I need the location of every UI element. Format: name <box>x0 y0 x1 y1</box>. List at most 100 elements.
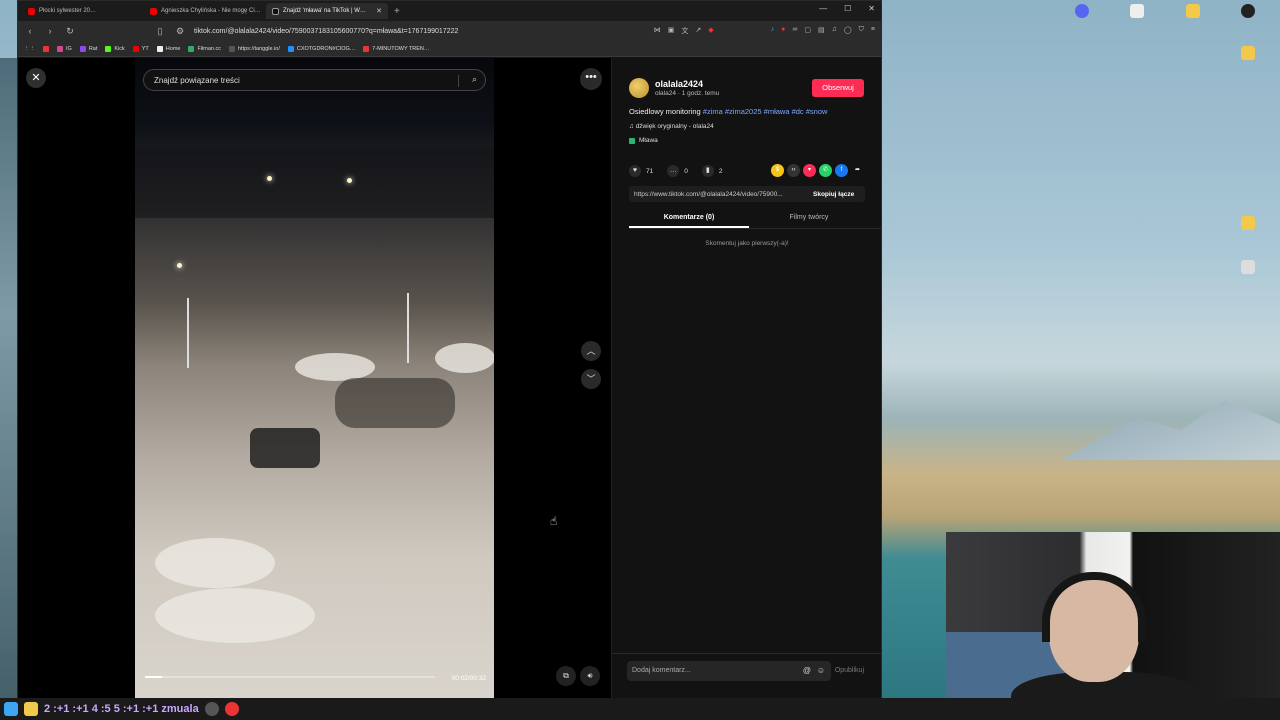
video-link[interactable]: https://www.tiktok.com/@olalala2424/vide… <box>629 191 807 198</box>
chevron-down-icon[interactable]: ﹀ <box>581 369 601 389</box>
desktop-icon[interactable] <box>1107 4 1167 20</box>
share-arrow-icon[interactable]: ➦ <box>851 164 864 177</box>
author-header: olalala2424 olala24 · 1 godz. temu <box>629 78 719 98</box>
extension-icon[interactable]: ♪ <box>771 26 775 36</box>
vpn-icon[interactable]: ⋈ <box>654 26 661 36</box>
facebook-icon[interactable]: f <box>835 164 848 177</box>
video-player[interactable]: 00:02/00:32 <box>135 58 494 698</box>
close-tab-icon[interactable]: ✕ <box>376 7 382 15</box>
parked-cars <box>335 378 455 428</box>
menu-icon[interactable]: ≡ <box>871 26 875 36</box>
start-icon[interactable] <box>4 702 18 716</box>
comment-input[interactable]: Dodaj komentarz... @ ☺ <box>627 661 831 681</box>
bookmark-item[interactable]: Rat <box>79 45 97 52</box>
comment-composer: Dodaj komentarz... @ ☺ Opublikuj <box>612 653 882 698</box>
close-icon[interactable]: ✕ <box>26 68 46 88</box>
screenshot-icon[interactable]: ▣ <box>668 26 675 36</box>
music-note-icon: ♫ <box>629 123 636 130</box>
share-icon[interactable]: ↗ <box>695 26 701 36</box>
publish-button[interactable]: Opublikuj <box>835 667 864 674</box>
floating-player-icon[interactable]: ⧉ <box>556 666 576 686</box>
copy-link-button[interactable]: Skopiuj łącze <box>813 191 854 198</box>
bookmark-item[interactable]: 7-MINUTOWY TREN… <box>363 45 429 52</box>
hashtags[interactable]: #zima #zima2025 #mława #dc #snow <box>703 107 828 116</box>
folder-icon[interactable] <box>1163 4 1223 20</box>
tab-label: Agnieszka Chylińska - Nie mogę Ci… <box>161 8 261 14</box>
profile-icon[interactable]: ◯ <box>844 26 852 36</box>
translate-icon[interactable]: 文 <box>681 26 688 36</box>
minimize-icon[interactable]: — <box>819 4 827 13</box>
tab-comments[interactable]: Komentarze (0) <box>629 209 749 228</box>
coin-icon[interactable]: $ <box>771 164 784 177</box>
video-progress-bar[interactable] <box>145 676 435 678</box>
extension-icon[interactable]: ∞ <box>792 26 797 36</box>
bookmark-item[interactable] <box>43 45 49 52</box>
people-group <box>250 428 320 468</box>
bookmark-item[interactable]: https://tanggle.io/ <box>229 45 280 52</box>
reload-icon[interactable]: ↻ <box>64 26 76 37</box>
search-input[interactable]: Znajdź powiązane treści <box>154 76 240 85</box>
search-bar[interactable]: Znajdź powiązane treści ⌕ <box>143 69 486 91</box>
embed-icon[interactable]: ‹› <box>787 164 800 177</box>
bookmark-item[interactable]: Kick <box>105 45 125 52</box>
emoji-icon[interactable]: ☺ <box>817 661 825 681</box>
avatar[interactable] <box>629 78 649 98</box>
mention-icon[interactable]: @ <box>803 661 811 681</box>
bookmark-item[interactable]: Home <box>156 45 180 52</box>
forward-icon[interactable]: › <box>44 26 56 36</box>
close-window-icon[interactable]: ✕ <box>868 4 875 13</box>
tab-2[interactable]: Agnieszka Chylińska - Nie mogę Ci… <box>144 3 266 19</box>
brave-shield-icon[interactable]: ◆ <box>708 26 713 36</box>
app-icon[interactable] <box>204 702 219 716</box>
site-info-icon[interactable]: ⚙ <box>174 26 186 37</box>
bookmark-item[interactable]: YT <box>132 45 149 52</box>
record-icon[interactable]: ● <box>781 26 785 36</box>
tab-label: Znajdź 'mława' na TikTok | W… <box>283 8 366 14</box>
like-button[interactable]: ♥ 71 <box>629 165 653 177</box>
chevron-up-icon[interactable]: ︿ <box>581 341 601 361</box>
file-icon[interactable] <box>1218 260 1278 276</box>
more-options-icon[interactable]: ••• <box>580 68 602 90</box>
maximize-icon[interactable]: ☐ <box>844 4 851 13</box>
app-icon[interactable] <box>224 702 239 716</box>
comment-button[interactable]: … 0 <box>667 165 688 177</box>
tab-creator-videos[interactable]: Filmy twórcy <box>749 209 869 228</box>
heart-icon: ♥ <box>629 165 641 177</box>
sound-info[interactable]: ♫ dźwięk oryginalny - olala24 <box>629 123 714 130</box>
bookmark-item[interactable]: CXOTGDRON#CIOG… <box>287 45 355 52</box>
snowy-car <box>155 538 275 588</box>
music-icon[interactable]: ♫ <box>832 26 837 36</box>
chat-icon[interactable]: ▢ <box>804 26 811 36</box>
new-tab-button[interactable]: + <box>394 6 400 17</box>
background-window-edge <box>0 58 17 698</box>
obs-icon[interactable] <box>1218 4 1278 20</box>
whatsapp-icon[interactable]: ✆ <box>819 164 832 177</box>
volume-icon[interactable]: 🔊︎ <box>580 666 600 686</box>
back-icon[interactable]: ‹ <box>24 26 36 36</box>
street-light <box>347 178 352 183</box>
divider <box>458 75 459 87</box>
tab-3-active[interactable]: Znajdź 'mława' na TikTok | W… ✕ <box>266 3 388 19</box>
follow-button[interactable]: Obserwuj <box>812 79 864 97</box>
apps-icon[interactable]: ⋮⋮ <box>24 46 35 52</box>
bookmark-item[interactable]: Filman.cc <box>188 45 221 52</box>
send-icon[interactable]: ▾ <box>803 164 816 177</box>
location-tag[interactable]: Mława <box>629 137 658 144</box>
author-username[interactable]: olalala2424 <box>655 79 719 89</box>
save-button[interactable]: ▮ 2 <box>701 165 722 177</box>
empty-comments-text: Skomentuj jako pierwszy(-a)! <box>705 240 789 247</box>
tab-1[interactable]: Płocki sylwester 20… <box>22 3 144 19</box>
explorer-icon[interactable] <box>24 702 38 716</box>
folder-icon[interactable] <box>1218 46 1278 62</box>
discord-desktop-icon[interactable] <box>1052 4 1112 20</box>
window-controls: — ☐ ✕ <box>819 4 875 13</box>
rooftops <box>135 148 494 218</box>
folder-icon[interactable] <box>1218 216 1278 232</box>
wallet-icon[interactable]: ▤ <box>818 26 825 36</box>
bookmark-item[interactable]: IG <box>57 45 72 52</box>
shield-icon[interactable]: ⛉ <box>859 26 864 36</box>
bookmark-page-icon[interactable]: ▯ <box>154 26 166 37</box>
url-field[interactable]: tiktok.com/@olalala2424/video/7590037183… <box>194 28 646 35</box>
search-icon[interactable]: ⌕ <box>472 74 477 85</box>
engagement-stats: ♥ 71 … 0 ▮ 2 <box>629 165 722 177</box>
